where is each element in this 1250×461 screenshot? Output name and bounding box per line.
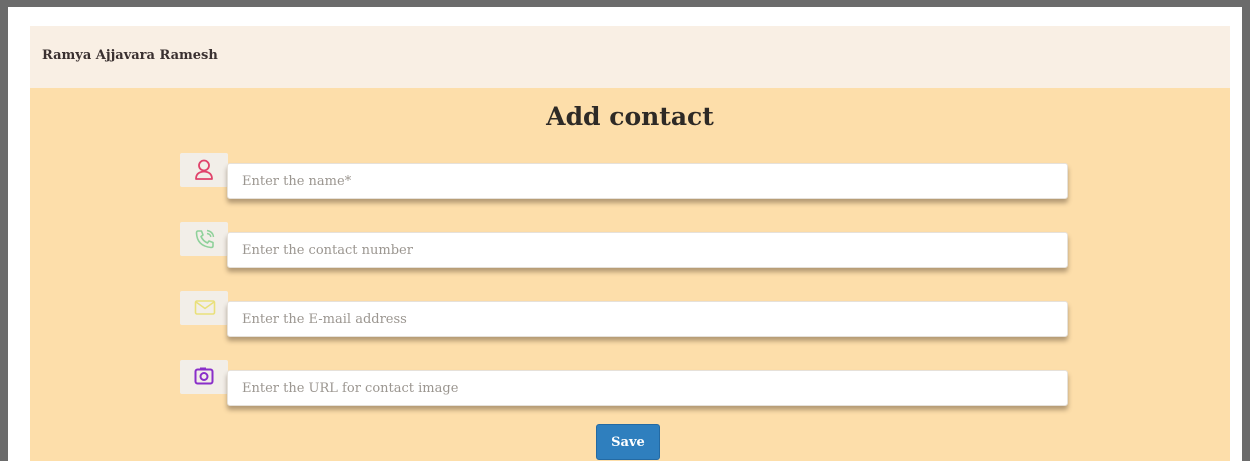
phone-row	[180, 222, 1070, 268]
person-icon	[180, 153, 228, 187]
image-url-input[interactable]	[227, 370, 1068, 406]
browser-frame: Ramya Ajjavara Ramesh Add contact Enter …	[8, 7, 1242, 461]
app-panel: Ramya Ajjavara Ramesh Add contact Enter …	[30, 26, 1230, 461]
top-navbar: Ramya Ajjavara Ramesh	[30, 26, 1230, 88]
image-url-row	[180, 360, 1070, 406]
name-input[interactable]	[227, 163, 1068, 199]
camera-icon	[180, 360, 228, 394]
name-row	[180, 153, 1070, 199]
contact-number-input[interactable]	[227, 232, 1068, 268]
brand-name[interactable]: Ramya Ajjavara Ramesh	[42, 48, 218, 63]
email-row	[180, 291, 1070, 337]
page-title: Add contact	[546, 102, 714, 131]
save-button[interactable]: Save	[596, 424, 660, 460]
email-input[interactable]	[227, 301, 1068, 337]
envelope-icon	[180, 291, 228, 325]
phone-icon	[180, 222, 228, 256]
